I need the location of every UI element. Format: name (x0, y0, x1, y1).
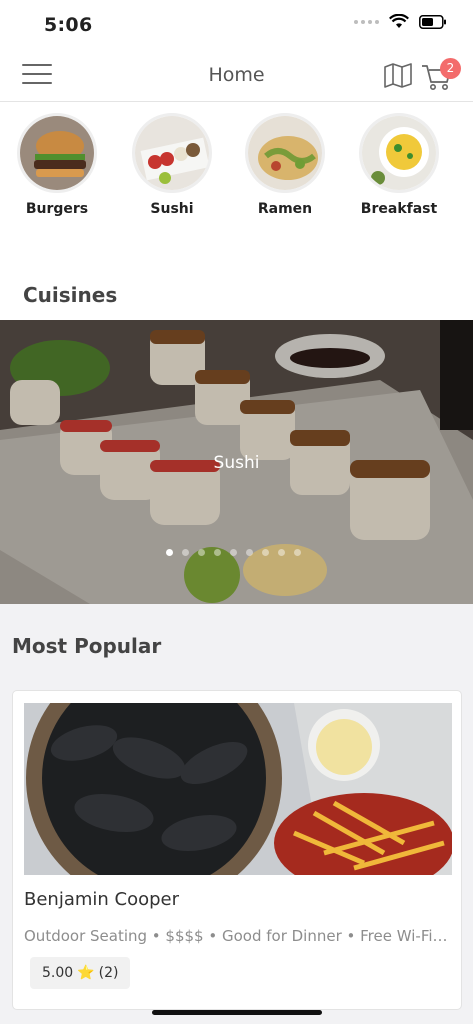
category-burgers[interactable]: Burgers (2, 113, 112, 217)
category-label: Sushi (150, 201, 194, 217)
cart-badge: 2 (440, 58, 461, 79)
restaurant-tags: Outdoor Seating • $$$$ • Good for Dinner… (24, 927, 448, 945)
sushi-image (132, 113, 212, 193)
status-bar: 5:06 (0, 0, 473, 50)
ramen-image (245, 113, 325, 193)
review-count: (2) (98, 965, 119, 981)
carousel-dot[interactable] (182, 549, 189, 556)
status-time: 5:06 (44, 14, 93, 36)
cellular-signal-icon (354, 19, 379, 24)
carousel-dot[interactable] (262, 549, 269, 556)
restaurant-name: Benjamin Cooper (24, 889, 180, 910)
nav-bar: Home (0, 50, 473, 102)
cuisine-slide[interactable]: Sushi (0, 320, 473, 604)
carousel-dot[interactable] (214, 549, 221, 556)
restaurant-image (24, 703, 452, 875)
wifi-icon (389, 14, 409, 29)
category-label: Breakfast (360, 201, 438, 217)
carousel-dot[interactable] (278, 549, 285, 556)
carousel-page-indicator[interactable] (166, 549, 301, 556)
cuisines-title: Cuisines (23, 283, 118, 307)
carousel-dot[interactable] (230, 549, 237, 556)
carousel-dot[interactable] (246, 549, 253, 556)
category-carousel: Burgers Sushi Ramen Breakfast (0, 102, 473, 232)
map-icon[interactable] (382, 61, 414, 89)
category-breakfast[interactable]: Breakfast (344, 113, 454, 217)
restaurant-card[interactable]: Benjamin Cooper Outdoor Seating • $$$$ •… (12, 690, 462, 1010)
status-icons (354, 14, 447, 29)
burger-image (17, 113, 97, 193)
battery-icon (419, 14, 447, 29)
home-indicator (152, 1010, 322, 1015)
breakfast-image (359, 113, 439, 193)
most-popular-title: Most Popular (12, 634, 162, 658)
rating-badge: 5.00 ⭐ (2) (30, 957, 131, 989)
rating-value: 5.00 (42, 965, 74, 981)
category-ramen[interactable]: Ramen (230, 113, 340, 217)
carousel-dot[interactable] (198, 549, 205, 556)
carousel-dot[interactable] (166, 549, 173, 556)
category-label: Ramen (257, 201, 313, 217)
carousel-dot[interactable] (294, 549, 301, 556)
cuisine-slide-label: Sushi (213, 453, 260, 473)
star-icon: ⭐ (77, 965, 95, 981)
category-label: Burgers (25, 201, 89, 217)
category-sushi[interactable]: Sushi (117, 113, 227, 217)
